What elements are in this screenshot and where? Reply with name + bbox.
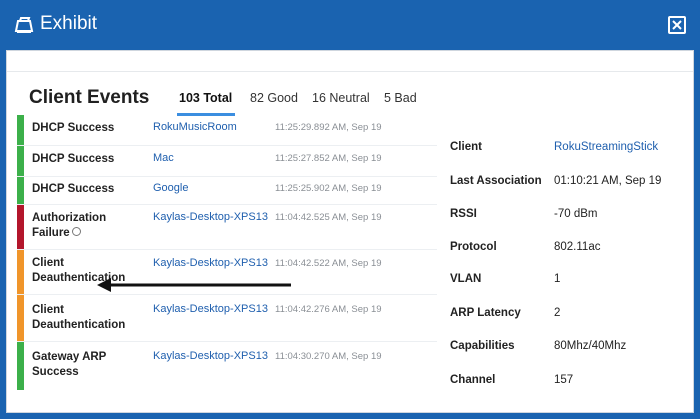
event-time: 11:04:42.522 AM, Sep 19 <box>275 258 382 269</box>
tab-bad[interactable]: 5 Bad <box>384 91 417 105</box>
detail-vlan: 1 <box>554 273 561 285</box>
event-type: DHCP Success <box>32 122 115 134</box>
close-icon <box>672 20 682 30</box>
detail-label-last-association: Last Association <box>450 175 542 187</box>
info-icon[interactable] <box>71 227 81 237</box>
event-time: 11:25:29.892 AM, Sep 19 <box>275 122 382 133</box>
card-title: Client Events <box>29 87 150 108</box>
detail-protocol: 802.11ac <box>554 241 601 253</box>
arrow-left-icon <box>97 278 291 292</box>
detail-client-link[interactable]: RokuStreamingStick <box>554 141 658 153</box>
event-type-line2: Success <box>32 366 79 378</box>
event-time: 11:25:25.902 AM, Sep 19 <box>275 183 382 194</box>
exhibit-icon <box>14 15 34 35</box>
tab-total[interactable]: 103 Total <box>179 91 232 105</box>
exhibit-body: Client Events 103 Total 82 Good 16 Neutr… <box>6 50 694 413</box>
event-type-line1: Gateway ARP <box>32 351 107 363</box>
event-row[interactable]: Client Deauthentication Kaylas-Desktop-X… <box>17 295 437 341</box>
status-good-bar <box>17 115 24 145</box>
window-title: Exhibit <box>40 13 98 34</box>
detail-label-vlan: VLAN <box>450 273 482 285</box>
status-neutral-bar <box>17 250 24 294</box>
event-row[interactable]: Gateway ARP Success Kaylas-Desktop-XPS13… <box>17 342 437 390</box>
event-type: Gateway ARP Success <box>32 350 142 380</box>
event-type-line1: Authorization <box>32 212 107 224</box>
detail-label-rssi: RSSI <box>450 208 477 220</box>
detail-label-capabilities: Capabilities <box>450 340 515 352</box>
event-client-link[interactable]: Google <box>153 182 188 194</box>
event-client-link[interactable]: Mac <box>153 152 174 164</box>
event-row[interactable]: DHCP Success Google 11:25:25.902 AM, Sep… <box>17 177 437 204</box>
divider <box>7 71 693 72</box>
event-time: 11:25:27.852 AM, Sep 19 <box>275 153 382 164</box>
status-good-bar <box>17 342 24 390</box>
event-time: 11:04:42.276 AM, Sep 19 <box>275 304 382 315</box>
status-good-bar <box>17 146 24 176</box>
event-type: Authorization Failure <box>32 211 142 241</box>
status-neutral-bar <box>17 295 24 341</box>
detail-arp-latency: 2 <box>554 307 561 319</box>
status-good-bar <box>17 177 24 204</box>
event-client-link[interactable]: Kaylas-Desktop-XPS13 <box>153 350 268 362</box>
detail-capabilities: 80Mhz/40Mhz <box>554 340 627 352</box>
event-client-link[interactable]: Kaylas-Desktop-XPS13 <box>153 303 268 315</box>
status-bad-bar <box>17 205 24 249</box>
detail-channel: 157 <box>554 374 574 386</box>
event-row[interactable]: DHCP Success RokuMusicRoom 11:25:29.892 … <box>17 115 437 145</box>
tab-good[interactable]: 82 Good <box>250 91 298 105</box>
event-row[interactable]: DHCP Success Mac 11:25:27.852 AM, Sep 19 <box>17 146 437 176</box>
event-type: DHCP Success <box>32 183 115 195</box>
detail-rssi: -70 dBm <box>554 208 598 220</box>
event-type-line1: Client <box>32 304 64 316</box>
detail-label-client: Client <box>450 141 482 153</box>
event-type-line1: Client <box>32 257 64 269</box>
titlebar: Exhibit <box>0 0 700 50</box>
detail-last-association: 01:10:21 AM, Sep 19 <box>554 175 662 187</box>
event-client-link[interactable]: Kaylas-Desktop-XPS13 <box>153 211 268 223</box>
close-button[interactable] <box>668 16 686 34</box>
event-type-line2: Deauthentication <box>32 319 126 331</box>
exhibit-window: Exhibit Client Events 103 Total 82 Good … <box>0 0 700 419</box>
event-client-link[interactable]: Kaylas-Desktop-XPS13 <box>153 257 268 269</box>
event-row[interactable]: Authorization Failure Kaylas-Desktop-XPS… <box>17 205 437 249</box>
event-client-link[interactable]: RokuMusicRoom <box>153 121 237 133</box>
detail-label-protocol: Protocol <box>450 241 497 253</box>
tab-neutral[interactable]: 16 Neutral <box>312 91 370 105</box>
event-type: DHCP Success <box>32 153 115 165</box>
event-type-line2: Failure <box>32 227 70 239</box>
event-time: 11:04:30.270 AM, Sep 19 <box>275 351 382 362</box>
event-type: Client Deauthentication <box>32 303 142 333</box>
event-time: 11:04:42.525 AM, Sep 19 <box>275 212 382 223</box>
detail-label-arp-latency: ARP Latency <box>450 307 521 319</box>
detail-label-channel: Channel <box>450 374 496 386</box>
